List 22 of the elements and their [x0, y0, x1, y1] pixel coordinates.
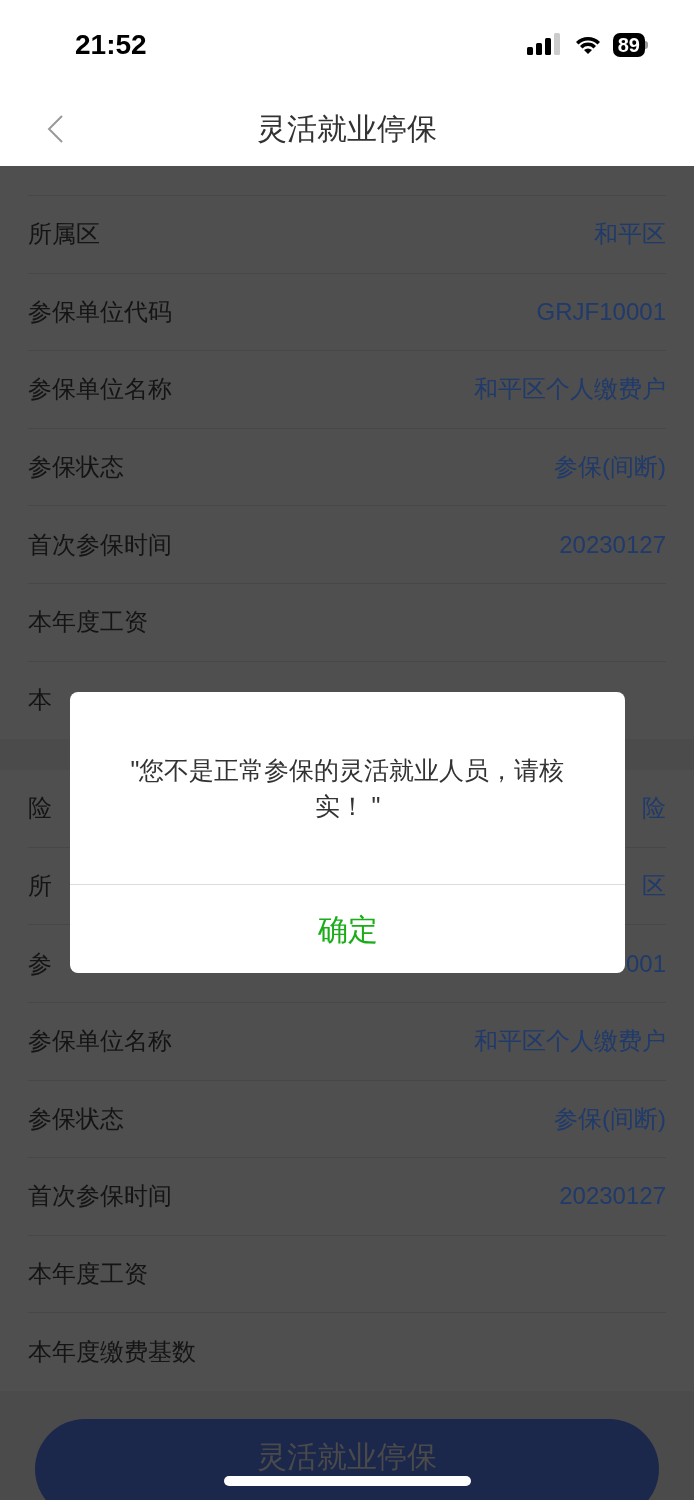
field-label: 所属区 — [28, 219, 100, 250]
alert-message: "您不是正常参保的灵活就业人员，请核实！ " — [129, 755, 566, 822]
field-label: 参保状态 — [28, 1103, 124, 1134]
field-label: 险 — [28, 793, 52, 824]
field-label: 参保单位代码 — [28, 296, 172, 327]
field-label: 本 — [28, 685, 52, 716]
battery-level: 89 — [612, 33, 645, 57]
field-label: 参 — [28, 948, 52, 979]
page-title: 灵活就业停保 — [257, 110, 437, 147]
field-label: 本年度工资 — [28, 1259, 148, 1289]
signal-icon — [526, 33, 563, 57]
field-label: 本年度缴费基数 — [28, 1337, 196, 1368]
field-label: 参保单位名称 — [28, 1026, 172, 1057]
field-label: 参保状态 — [28, 452, 124, 483]
field-label: 本年度工资 — [28, 607, 148, 638]
field-label: 首次参保时间 — [28, 529, 172, 560]
confirm-button[interactable]: 确定 — [70, 885, 625, 973]
field-label: 所 — [28, 871, 52, 902]
field-label: 首次参保时间 — [28, 1181, 172, 1212]
field-label: 参保单位名称 — [28, 374, 172, 405]
status-time: 21:52 — [75, 28, 147, 62]
back-icon[interactable] — [46, 114, 64, 144]
